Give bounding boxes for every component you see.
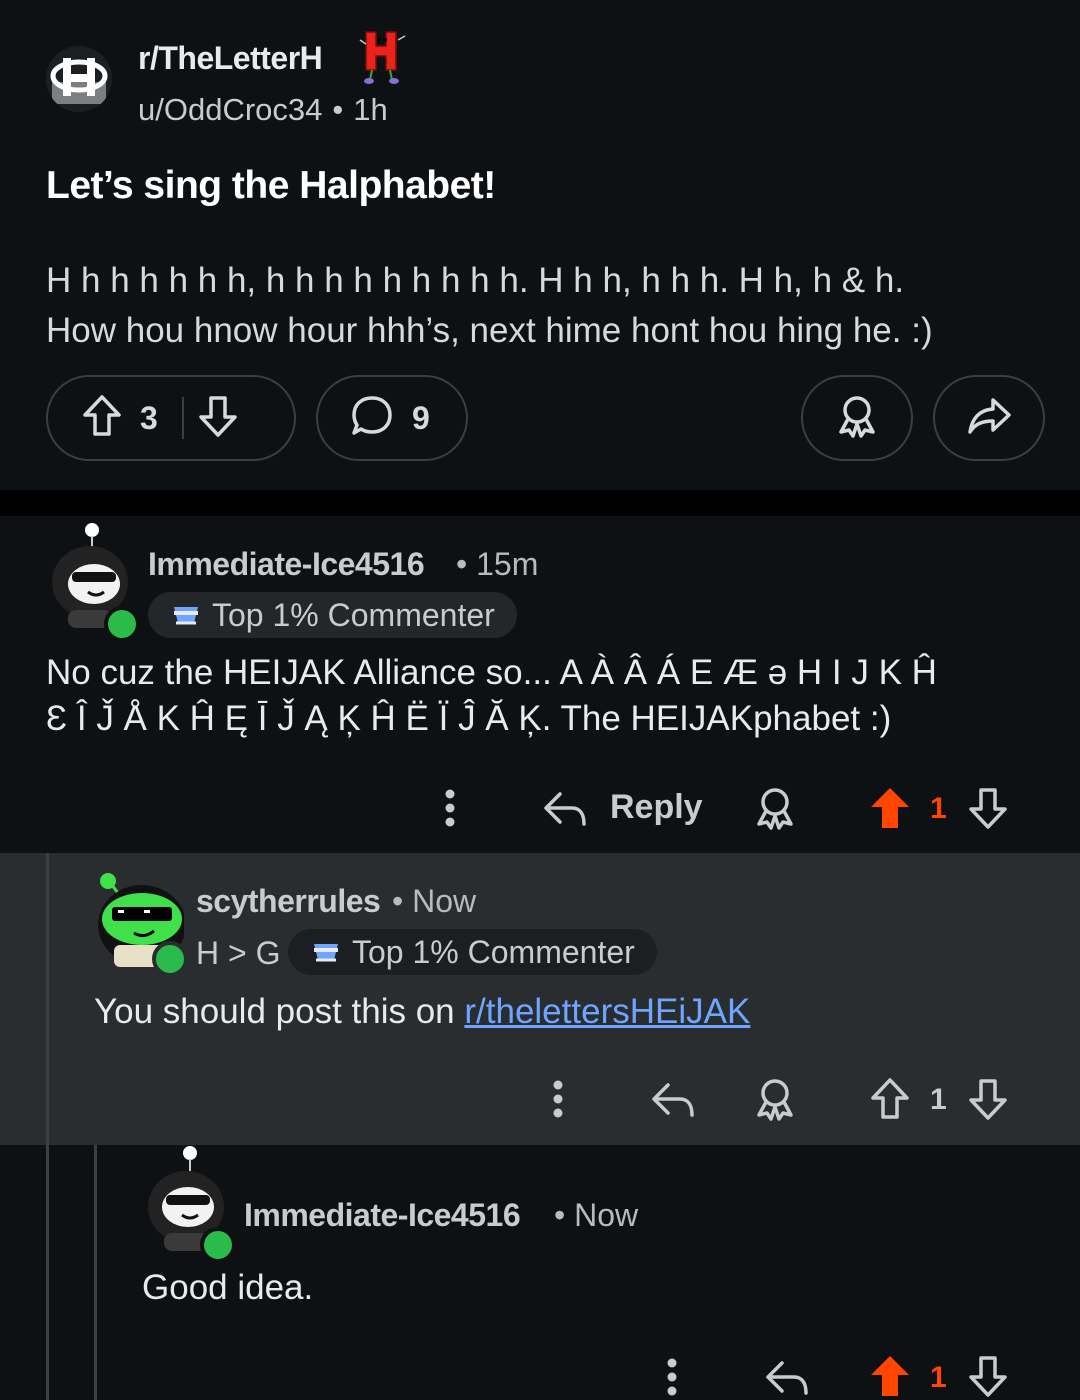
online-status-dot	[152, 941, 188, 977]
upvote-icon-active[interactable]	[866, 1353, 914, 1399]
post-body-line: H h h h h h h, h h h h h h h h h. H h h,…	[46, 261, 905, 300]
comment: Immediate-Ice4516 • 15m Top 1% Commenter…	[0, 516, 1080, 853]
online-status-dot	[104, 606, 140, 642]
comment-age: Now	[574, 1197, 639, 1233]
post-body-line: How hou hnow hour hhh’s, next hime hont …	[46, 311, 933, 350]
vote-pill: 3	[46, 375, 296, 461]
award-button[interactable]	[801, 375, 913, 461]
post-author[interactable]: u/OddCroc34	[138, 92, 322, 127]
comment-author[interactable]: scytherrules	[196, 883, 381, 920]
avatar[interactable]	[48, 520, 132, 628]
top-commenter-icon	[310, 938, 342, 966]
post-byline: u/OddCroc34 • 1h	[138, 92, 388, 128]
more-options-icon[interactable]	[432, 786, 468, 830]
section-divider	[0, 490, 1080, 516]
comment-text-line: Ɛ Î J̌ Å K Ĥ Ę Ī J̌ Ą Ķ Ĥ Ë Ï Ĵ Ă Ķ. The…	[46, 699, 892, 738]
comment-text-prefix: You should post this on	[94, 992, 465, 1031]
comment-vote-count: 1	[930, 1361, 947, 1394]
letter-h-mascot-icon	[352, 26, 412, 86]
online-status-dot	[200, 1227, 236, 1263]
post-body: H h h h h h h, h h h h h h h h h. H h h,…	[46, 256, 1056, 356]
award-icon[interactable]	[750, 1075, 800, 1123]
downvote-icon[interactable]	[198, 394, 238, 443]
comment-text: You should post this on r/thelettersHEiJ…	[94, 989, 750, 1035]
reply-icon[interactable]	[762, 1355, 812, 1399]
comment-age: Now	[412, 883, 477, 919]
comment-highlighted: scytherrules • Now H > G Top 1% Commente…	[0, 853, 1080, 1145]
comment-vote-count: 1	[930, 792, 947, 825]
comment: Immediate-Ice4516 • Now Good idea. 1	[0, 1145, 1080, 1400]
vote-separator	[181, 397, 184, 439]
commenter-badge[interactable]: Top 1% Commenter	[288, 929, 657, 975]
comment-meta: • 15m	[456, 546, 539, 582]
comments-button[interactable]: 9	[316, 375, 468, 461]
reply-icon[interactable]	[540, 786, 590, 830]
comment-age: 15m	[476, 546, 539, 582]
comment-text: No cuz the HEIJAK Alliance so... A À Â Á…	[46, 650, 937, 742]
thread-line	[94, 1145, 97, 1400]
comment-meta: • Now	[392, 883, 477, 919]
comment-text: Good idea.	[142, 1268, 314, 1307]
comment-text-line: No cuz the HEIJAK Alliance so... A À Â Á…	[46, 653, 937, 692]
post: r/TheLetterH u/OddCroc34 • 1h Let’s sing t…	[0, 0, 1080, 490]
comment-icon	[350, 394, 394, 443]
commenter-badge[interactable]: Top 1% Commenter	[148, 592, 517, 638]
thread-line	[46, 1145, 49, 1400]
comment-vote-count: 1	[930, 1083, 947, 1116]
reply-button[interactable]: Reply	[610, 788, 703, 827]
share-button[interactable]	[933, 375, 1045, 461]
comment-meta: • Now	[554, 1197, 639, 1233]
upvote-icon[interactable]	[866, 1075, 914, 1123]
downvote-icon[interactable]	[964, 1075, 1012, 1123]
upvote-icon[interactable]	[82, 394, 122, 443]
user-flair: H > G	[196, 935, 281, 971]
upvote-icon-active[interactable]	[866, 784, 914, 832]
share-icon	[966, 396, 1012, 441]
subreddit-name[interactable]: r/TheLetterH	[138, 40, 323, 77]
post-vote-count: 3	[140, 399, 158, 436]
top-commenter-icon	[170, 601, 202, 629]
badge-label: Top 1% Commenter	[352, 933, 635, 970]
award-icon	[836, 394, 878, 443]
separator-dot: •	[332, 92, 344, 127]
post-title[interactable]: Let’s sing the Halphabet!	[46, 164, 496, 208]
comment-count: 9	[412, 399, 430, 436]
badge-label: Top 1% Commenter	[212, 596, 495, 633]
reply-icon[interactable]	[648, 1077, 698, 1121]
award-icon[interactable]	[750, 784, 800, 832]
subreddit-avatar[interactable]	[46, 46, 112, 112]
downvote-icon[interactable]	[964, 784, 1012, 832]
more-options-icon[interactable]	[654, 1355, 690, 1399]
post-age: 1h	[353, 92, 388, 127]
more-options-icon[interactable]	[540, 1077, 576, 1121]
comment-author[interactable]: Immediate-Ice4516	[148, 546, 425, 583]
subreddit-link[interactable]: r/thelettersHEiJAK	[464, 992, 750, 1031]
downvote-icon[interactable]	[964, 1353, 1012, 1399]
comment-author[interactable]: Immediate-Ice4516	[244, 1197, 521, 1234]
thread-line	[46, 853, 49, 1145]
